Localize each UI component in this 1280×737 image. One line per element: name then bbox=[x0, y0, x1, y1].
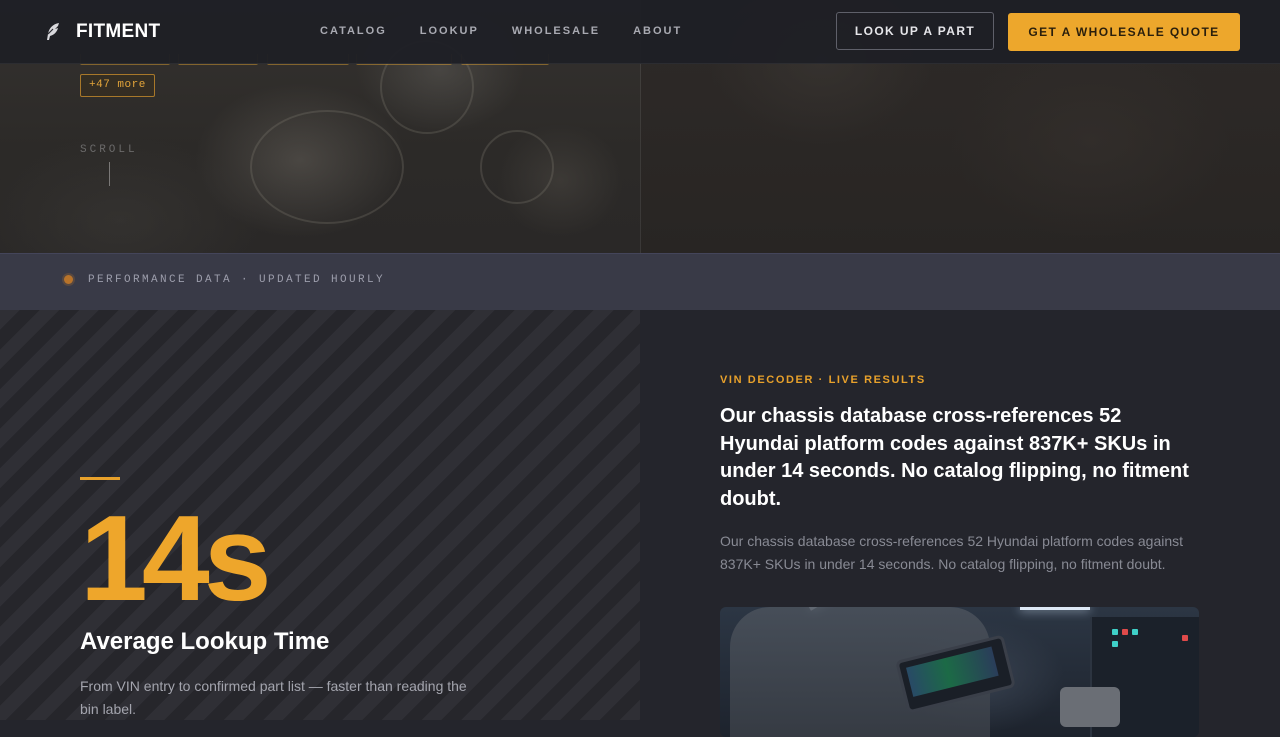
logo-text: FITMENT bbox=[76, 21, 161, 42]
nav-link-lookup[interactable]: LOOKUP bbox=[420, 25, 479, 37]
feature-body: Our chassis database cross-references 52… bbox=[720, 533, 1184, 572]
status-led bbox=[1132, 629, 1138, 635]
top-nav: FITMENT CATALOG LOOKUP WHOLESALE ABOUT L… bbox=[0, 0, 1280, 64]
look-up-part-button[interactable]: LOOK UP A PART bbox=[836, 12, 994, 50]
feature-eyebrow: VIN DECODER · LIVE RESULTS bbox=[720, 374, 926, 386]
scroll-indicator-line bbox=[109, 162, 110, 186]
tablet-screen bbox=[906, 646, 999, 697]
feature-headline: Our chassis database cross-references 52… bbox=[720, 405, 1189, 510]
stat-label: Average Lookup Time bbox=[80, 628, 330, 655]
status-led bbox=[1112, 629, 1118, 635]
feather-icon bbox=[47, 23, 59, 40]
diagnostic-equipment bbox=[1060, 687, 1120, 727]
status-led bbox=[1182, 635, 1188, 641]
logo[interactable]: FITMENT bbox=[44, 21, 160, 43]
status-led bbox=[1122, 629, 1128, 635]
hero-machine-part bbox=[480, 130, 554, 204]
nav-link-about[interactable]: ABOUT bbox=[633, 25, 682, 37]
ceiling-light bbox=[1020, 607, 1090, 610]
performance-band-label: PERFORMANCE DATA · UPDATED HOURLY bbox=[88, 274, 386, 286]
hero-machine-part bbox=[250, 110, 404, 224]
nav-links: CATALOG LOOKUP WHOLESALE ABOUT bbox=[320, 25, 715, 37]
status-dot-icon bbox=[64, 275, 73, 284]
stat-accent-line bbox=[80, 477, 120, 480]
stat-value: 14s bbox=[80, 490, 272, 626]
technician-photo bbox=[720, 607, 1199, 737]
stat-description: From VIN entry to confirmed part list — … bbox=[80, 678, 467, 717]
status-led bbox=[1112, 641, 1118, 647]
wholesale-quote-button[interactable]: GET A WHOLESALE QUOTE bbox=[1008, 13, 1240, 51]
nav-link-catalog[interactable]: CATALOG bbox=[320, 25, 387, 37]
nav-link-wholesale[interactable]: WHOLESALE bbox=[512, 25, 600, 37]
scroll-indicator-label: SCROLL bbox=[80, 144, 138, 156]
more-tags-chip[interactable]: +47 more bbox=[80, 74, 155, 97]
